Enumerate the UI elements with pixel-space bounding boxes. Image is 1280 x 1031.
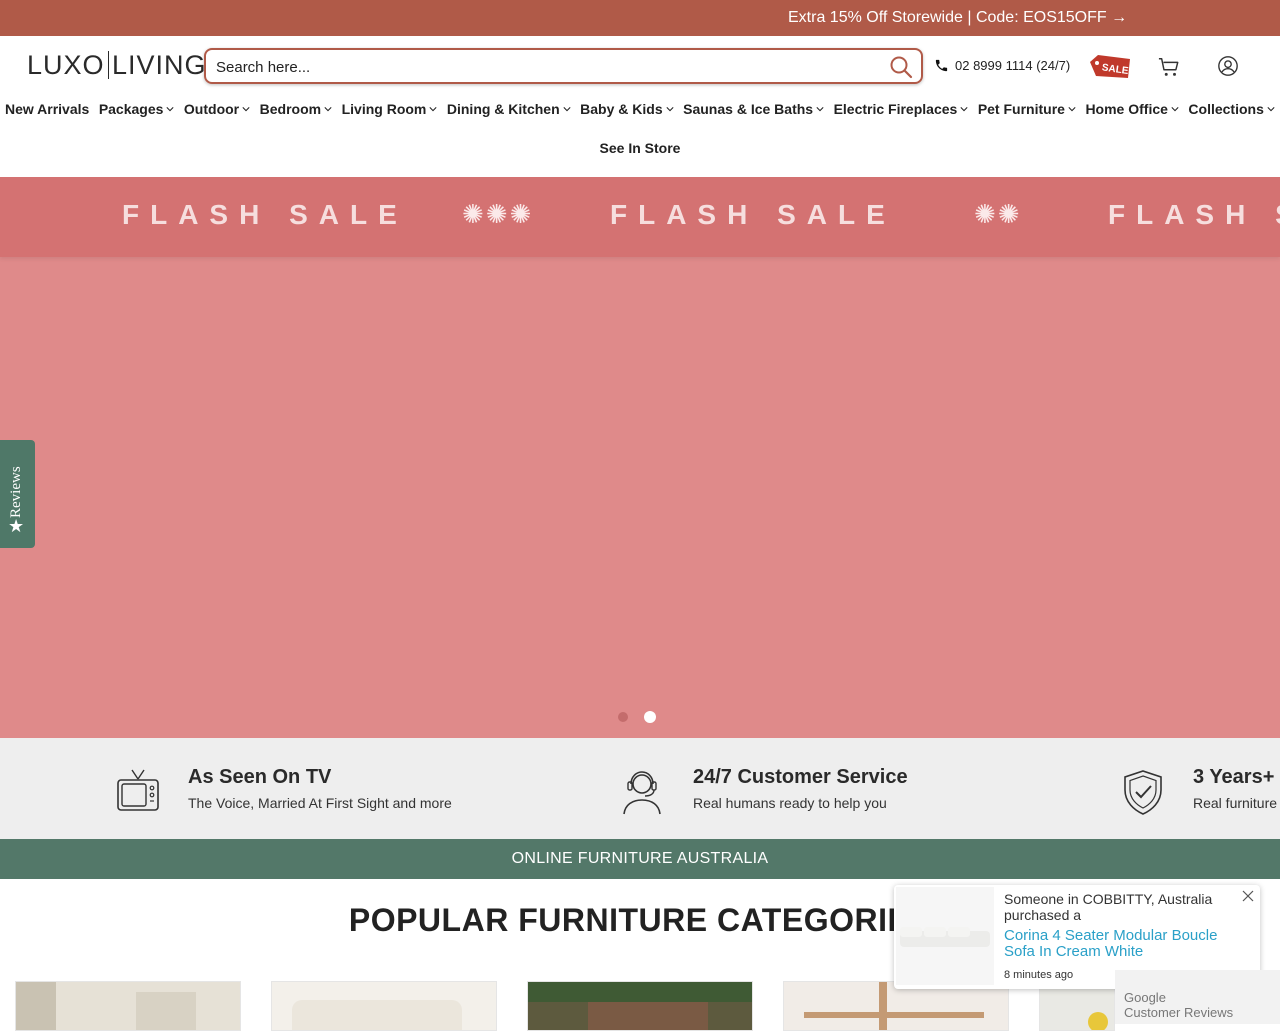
nav-item-baby-kids[interactable]: Baby & Kids <box>580 96 674 122</box>
star-icon: ★ <box>8 516 25 536</box>
google-label: Google <box>1124 990 1166 1005</box>
search-input[interactable] <box>216 56 876 78</box>
hero-slider[interactable]: FLASH SALE ✺✺✺ FLASH SALE ✺✺ FLASH SALE <box>0 177 1280 738</box>
nav-item-packages[interactable]: Packages <box>99 96 175 122</box>
cart-icon[interactable] <box>1158 56 1180 78</box>
nav-item-see-in-store[interactable]: See In Store <box>0 140 1280 156</box>
starburst-icon: ✺✺ <box>974 199 1022 229</box>
nav-label: Living Room <box>341 101 427 117</box>
google-reviews-badge[interactable]: Google Customer Reviews <box>1115 970 1280 1024</box>
sale-tag-icon[interactable]: SALE <box>1088 52 1132 80</box>
slider-dot-2[interactable] <box>644 711 656 723</box>
account-icon[interactable] <box>1217 55 1239 77</box>
search-box <box>204 48 923 84</box>
google-reviews-label: Customer Reviews <box>1124 1005 1234 1020</box>
nav-label: Electric Fireplaces <box>833 101 958 117</box>
chevron-down-icon <box>324 107 332 112</box>
nav-item-living-room[interactable]: Living Room <box>342 96 438 122</box>
chevron-down-icon <box>166 107 174 112</box>
nav-label: Saunas & Ice Baths <box>683 101 814 117</box>
nav-label: Bedroom <box>259 101 322 117</box>
feature-title: 24/7 Customer Service <box>693 766 908 788</box>
features-strip: As Seen On TV The Voice, Married At Firs… <box>0 738 1280 839</box>
flash-sale-banner[interactable]: FLASH SALE ✺✺✺ FLASH SALE ✺✺ FLASH SALE <box>0 177 1280 257</box>
headset-agent-icon <box>623 771 661 815</box>
feature-customer-service: 24/7 Customer Service Real humans ready … <box>693 766 908 811</box>
phone-number: 02 8999 1114 (24/7) <box>955 58 1071 73</box>
nav-label: Packages <box>98 101 164 117</box>
promo-bar[interactable]: Extra 15% Off Storewide | Code: EOS15OFF… <box>0 0 1280 36</box>
nav-item-bedroom[interactable]: Bedroom <box>260 96 332 122</box>
nav-label: Pet Furniture <box>977 101 1065 117</box>
feature-title: As Seen On TV <box>188 766 332 788</box>
nav-item-outdoor[interactable]: Outdoor <box>184 96 250 122</box>
shield-check-icon <box>1124 770 1162 815</box>
nav-label: Dining & Kitchen <box>446 101 560 117</box>
slider-dots <box>618 711 656 723</box>
nav-label: Home Office <box>1085 101 1168 117</box>
feature-subtitle: The Voice, Married At First Sight and mo… <box>188 795 452 811</box>
flash-sale-text: FLASH SALE <box>1108 199 1280 230</box>
chevron-down-icon <box>242 107 250 112</box>
nav-item-dining-kitchen[interactable]: Dining & Kitchen <box>447 96 571 122</box>
logo-divider <box>107 51 110 79</box>
tv-icon <box>117 769 159 811</box>
nav-label: Collections <box>1188 101 1264 117</box>
purchased-product-link[interactable]: Corina 4 Seater Modular Boucle Sofa In C… <box>1004 928 1234 960</box>
chevron-down-icon <box>1171 107 1179 112</box>
chevron-down-icon <box>1068 107 1076 112</box>
nav-label: Baby & Kids <box>580 101 663 117</box>
promo-text[interactable]: Extra 15% Off Storewide | Code: EOS15OFF… <box>788 0 1127 36</box>
flash-sale-text: FLASH SALE <box>610 199 896 230</box>
feature-warranty: 3 Years+ Real furniture <box>1193 766 1277 811</box>
feature-title: 3 Years+ <box>1193 766 1275 788</box>
chevron-down-icon <box>816 107 824 112</box>
purchase-location: Someone in COBBITTY, Australia purchased… <box>1004 891 1213 923</box>
reviews-tab-label: Reviews <box>8 466 24 518</box>
chevron-down-icon <box>1267 107 1275 112</box>
feature-seen-on-tv: As Seen On TV The Voice, Married At Firs… <box>188 766 452 811</box>
online-furniture-band: ONLINE FURNITURE AUSTRALIA <box>0 839 1280 879</box>
feature-subtitle: Real humans ready to help you <box>693 795 887 811</box>
chevron-down-icon <box>960 107 968 112</box>
reviews-side-tab[interactable]: Reviews ★ <box>0 440 35 548</box>
product-thumbnail[interactable] <box>896 887 994 985</box>
logo[interactable]: LUXO LIVING <box>27 50 207 81</box>
slider-dot-1[interactable] <box>618 712 628 722</box>
nav-item-collections[interactable]: Collections <box>1188 96 1275 122</box>
phone-icon <box>935 59 948 72</box>
nav-label: Outdoor <box>183 101 240 117</box>
nav-item-home-office[interactable]: Home Office <box>1085 96 1179 122</box>
nav-item-new-arrivals[interactable]: New Arrivals <box>5 96 89 122</box>
close-icon[interactable] <box>1242 890 1254 902</box>
search-icon[interactable] <box>889 55 913 79</box>
phone-link[interactable]: 02 8999 1114 (24/7) <box>934 58 1070 73</box>
chevron-down-icon <box>666 107 674 112</box>
starburst-icon: ✺✺✺ <box>462 199 534 229</box>
nav-label: New Arrivals <box>5 101 90 117</box>
main-nav: New Arrivals Packages Outdoor Bedroom Li… <box>0 96 1280 122</box>
nav-item-saunas-ice-baths[interactable]: Saunas & Ice Baths <box>683 96 824 122</box>
flash-sale-text: FLASH SALE <box>122 199 408 230</box>
nav-item-pet-furniture[interactable]: Pet Furniture <box>978 96 1076 122</box>
purchase-time: 8 minutes ago <box>1004 969 1074 981</box>
chevron-down-icon <box>563 107 571 112</box>
feature-subtitle: Real furniture <box>1193 795 1278 811</box>
logo-right-text: LIVING <box>112 50 207 80</box>
sofa-image <box>900 927 990 947</box>
logo-left-text: LUXO <box>27 50 105 80</box>
chevron-down-icon <box>429 107 437 112</box>
site-header: LUXOLIVING 02 8999 1114 (24/7) SALE <box>0 36 1280 96</box>
nav-item-electric-fireplaces[interactable]: Electric Fireplaces <box>834 96 969 122</box>
